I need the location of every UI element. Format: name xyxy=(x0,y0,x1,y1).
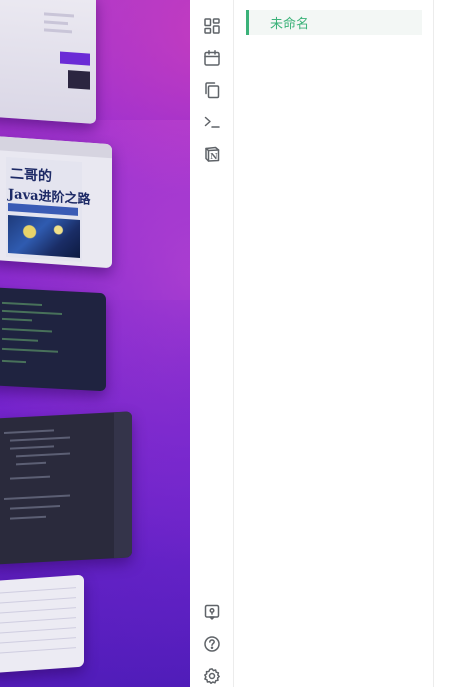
starry-night-image xyxy=(8,214,80,259)
window-thumbnail-note[interactable] xyxy=(0,0,96,125)
window-thumbnail-code-editor[interactable] xyxy=(0,411,132,565)
list-item-active[interactable]: 未命名 xyxy=(246,10,422,35)
book-cover: 二哥的 Java进阶之路 xyxy=(6,156,91,263)
settings-icon[interactable] xyxy=(202,666,222,686)
icon-rail: N xyxy=(190,0,234,687)
terminal-icon[interactable] xyxy=(202,112,222,132)
dashboard-icon[interactable] xyxy=(202,16,222,36)
desktop-wallpaper: 二哥的 Java进阶之路 xyxy=(0,0,190,687)
notion-icon[interactable]: N xyxy=(202,144,222,164)
window-thumbnail-ebook[interactable]: 二哥的 Java进阶之路 xyxy=(0,135,112,269)
svg-text:N: N xyxy=(210,151,217,161)
editor-area[interactable] xyxy=(434,0,457,687)
note-title: 未命名 xyxy=(270,17,310,32)
window-thumbnail-document[interactable] xyxy=(0,574,84,674)
calendar-icon[interactable] xyxy=(202,48,222,68)
map-pin-icon[interactable] xyxy=(202,602,222,622)
window-thumbnail-terminal[interactable] xyxy=(0,286,106,392)
copy-icon[interactable] xyxy=(202,80,222,100)
note-list-panel: 未命名 xyxy=(234,0,434,687)
help-icon[interactable] xyxy=(202,634,222,654)
